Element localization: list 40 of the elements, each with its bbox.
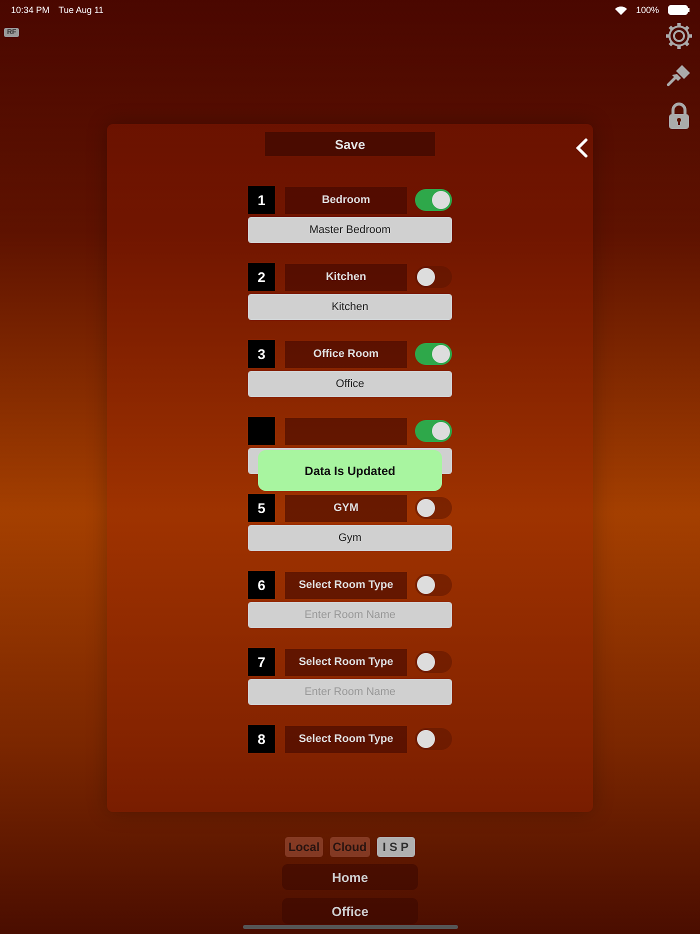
room-toggle[interactable]: [415, 574, 452, 596]
room-number: 6: [248, 571, 275, 599]
site-button[interactable]: Office: [282, 898, 418, 924]
room-type-button[interactable]: Select Room Type: [285, 572, 407, 598]
room-number-box: [248, 417, 275, 445]
room-toggle[interactable]: [415, 266, 452, 288]
room-number: 2: [248, 263, 275, 291]
room-toggle[interactable]: [415, 651, 452, 673]
room-name-field[interactable]: Office: [248, 371, 452, 397]
save-button[interactable]: Save: [265, 132, 435, 156]
room-number: 1: [248, 186, 275, 214]
battery-percent: 100%: [636, 5, 659, 15]
room-type-button[interactable]: Kitchen: [285, 264, 407, 290]
mode-tab[interactable]: I S P: [376, 837, 415, 857]
room-name-field[interactable]: Master Bedroom: [248, 217, 452, 243]
status-date: Tue Aug 11: [58, 5, 104, 15]
settings-icon[interactable]: [665, 22, 693, 50]
room-toggle[interactable]: [415, 343, 452, 365]
room-toggle[interactable]: [415, 497, 452, 519]
room-number: 5: [248, 494, 275, 522]
back-icon[interactable]: [576, 138, 588, 158]
room-toggle[interactable]: [415, 420, 452, 442]
status-time: 10:34 PM: [11, 5, 50, 15]
room-type-button[interactable]: Select Room Type: [285, 726, 407, 752]
room-type-button[interactable]: Office Room: [285, 340, 407, 368]
lock-icon[interactable]: [667, 102, 691, 130]
room-name-field[interactable]: Kitchen: [248, 294, 452, 320]
room-name-field[interactable]: Gym: [248, 525, 452, 551]
room-number: 8: [248, 725, 275, 753]
room-toggle[interactable]: [415, 728, 452, 750]
battery-icon: [668, 5, 690, 15]
room-type-button[interactable]: Select Room Type: [285, 648, 407, 676]
wifi-icon: [614, 6, 627, 14]
room-type-button[interactable]: GYM: [285, 494, 407, 522]
site-button[interactable]: Home: [282, 864, 418, 890]
data-updated-toast: Data Is Updated: [258, 450, 442, 491]
room-toggle[interactable]: [415, 189, 452, 211]
room-type-button[interactable]: Bedroom: [285, 186, 407, 214]
room-number: 3: [248, 340, 275, 368]
room-number: 7: [248, 648, 275, 676]
